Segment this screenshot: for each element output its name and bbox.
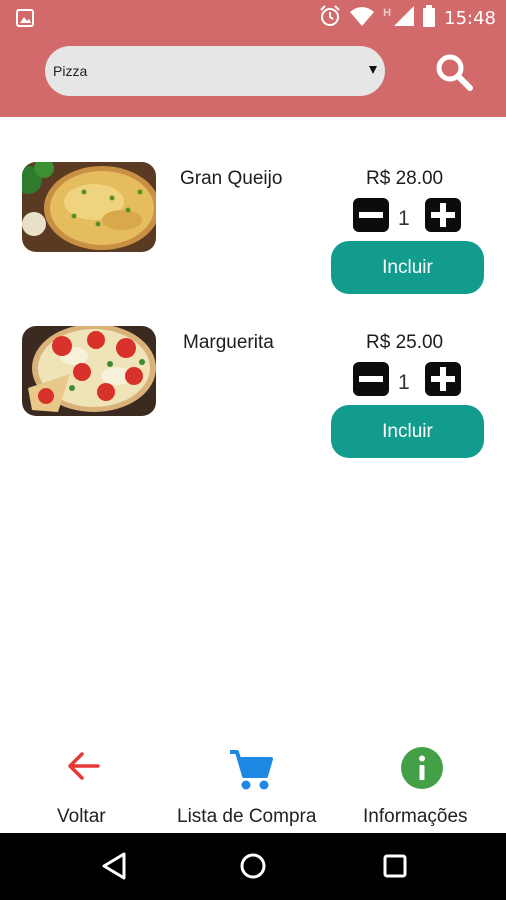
shopping-list-nav-label: Lista de Compra	[177, 806, 317, 827]
shopping-cart-icon	[228, 746, 274, 797]
shopping-list-nav-button[interactable]: Lista de Compra	[170, 738, 340, 833]
status-time: 15:48	[444, 7, 496, 29]
category-select[interactable]: Pizza	[45, 46, 385, 96]
recents-square-icon[interactable]	[381, 851, 409, 886]
wifi-icon	[350, 6, 375, 31]
product-image	[22, 162, 156, 252]
decrease-quantity-button[interactable]	[353, 362, 389, 396]
decrease-quantity-button[interactable]	[353, 198, 389, 232]
info-nav-label: Informações	[363, 806, 468, 827]
quantity-value: 1	[398, 371, 410, 394]
app-header: Pizza	[0, 36, 506, 117]
increase-quantity-button[interactable]	[425, 198, 461, 232]
network-type-label: H	[383, 7, 392, 19]
back-nav-button[interactable]: Voltar	[40, 738, 130, 833]
minus-icon	[359, 212, 383, 218]
increase-quantity-button[interactable]	[425, 362, 461, 396]
dropdown-arrow-icon	[369, 66, 377, 74]
minus-icon	[359, 376, 383, 382]
product-item: Marguerita R$ 25.00 1 Incluir	[0, 324, 506, 474]
battery-icon	[423, 4, 436, 32]
arrow-left-icon	[64, 746, 104, 791]
back-nav-label: Voltar	[57, 806, 106, 827]
product-name: Marguerita	[183, 332, 274, 353]
back-triangle-icon[interactable]	[100, 851, 128, 886]
product-price: R$ 25.00	[366, 332, 444, 353]
product-image	[22, 326, 156, 416]
info-icon	[400, 746, 444, 795]
include-button[interactable]: Incluir	[331, 241, 484, 294]
signal-icon	[394, 5, 415, 31]
product-price: R$ 28.00	[366, 168, 444, 189]
include-button[interactable]: Incluir	[331, 405, 484, 458]
image-icon	[16, 9, 34, 32]
category-select-value: Pizza	[53, 63, 88, 79]
bottom-navigation: Voltar Lista de Compra Informações	[0, 738, 506, 833]
status-bar: H 15:48	[0, 0, 506, 36]
system-navigation-bar	[0, 833, 506, 900]
search-icon	[430, 54, 480, 102]
product-item: Gran Queijo R$ 28.00 1 Incluir	[0, 160, 506, 310]
alarm-icon	[319, 4, 341, 32]
home-circle-icon[interactable]	[238, 851, 268, 886]
info-nav-button[interactable]: Informações	[360, 738, 490, 833]
search-button[interactable]	[430, 48, 480, 98]
quantity-value: 1	[398, 207, 410, 230]
product-name: Gran Queijo	[180, 168, 283, 189]
